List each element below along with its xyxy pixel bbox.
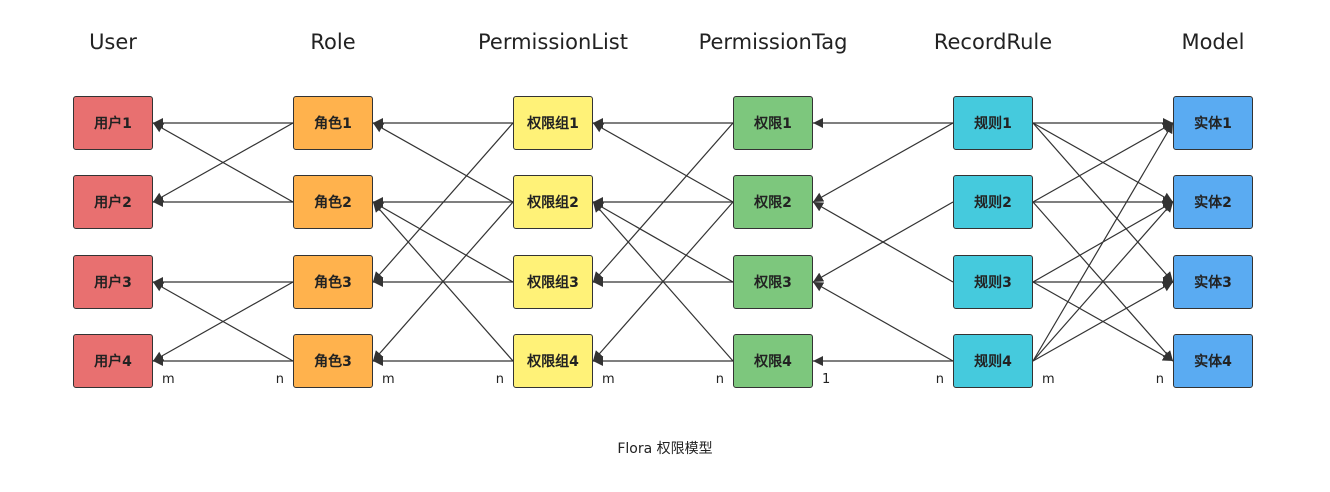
multiplicity-label: m: [162, 372, 175, 387]
multiplicity-label: m: [602, 372, 615, 387]
node-permission-tag-1: 权限1: [733, 96, 813, 150]
multiplicity-label: n: [275, 372, 284, 387]
multiplicity-label: n: [495, 372, 504, 387]
column-header-model: Model: [1181, 30, 1245, 54]
node-permission-list-2: 权限组2: [513, 175, 593, 229]
node-permission-list-1: 权限组1: [513, 96, 593, 150]
node-role-1: 角色1: [293, 96, 373, 150]
multiplicity-label: n: [715, 372, 724, 387]
column-header-permission-tag: PermissionTag: [698, 30, 848, 54]
node-permission-list-3: 权限组3: [513, 255, 593, 309]
column-header-record-rule: RecordRule: [933, 30, 1053, 54]
arrow-record-rule4-to-model1: [1032, 122, 1174, 362]
node-model-3: 实体3: [1173, 255, 1253, 309]
node-record-rule-4: 规则4: [953, 334, 1033, 388]
node-record-rule-3: 规则3: [953, 255, 1033, 309]
column-header-role: Role: [310, 30, 356, 54]
node-permission-tag-4: 权限4: [733, 334, 813, 388]
arrow-permission-tag2-to-permission-list1: [592, 122, 734, 203]
node-role-4: 角色3: [293, 334, 373, 388]
node-permission-list-4: 权限组4: [513, 334, 593, 388]
node-user-2: 用户2: [73, 175, 153, 229]
diagram-caption: Flora 权限模型: [617, 441, 713, 457]
arrow-record-rule1-to-permission-tag2: [812, 122, 954, 203]
node-user-4: 用户4: [73, 334, 153, 388]
arrow-permission-list2-to-role1: [372, 122, 514, 203]
multiplicity-label: m: [1042, 372, 1055, 387]
multiplicity-label: n: [1155, 372, 1164, 387]
node-model-1: 实体1: [1173, 96, 1253, 150]
multiplicity-label: m: [382, 372, 395, 387]
column-header-user: User: [89, 30, 137, 54]
flora-permission-diagram: Flora 权限模型 User 用户1 用户2 用户3 用户4 Role 角色1 角色2 角色3…: [0, 0, 1330, 492]
node-permission-tag-2: 权限2: [733, 175, 813, 229]
node-user-1: 用户1: [73, 96, 153, 150]
node-record-rule-2: 规则2: [953, 175, 1033, 229]
node-model-2: 实体2: [1173, 175, 1253, 229]
column-header-permission-list: PermissionList: [478, 30, 628, 54]
arrow-permission-tag3-to-permission-list2: [592, 201, 734, 283]
multiplicity-label: n: [935, 372, 944, 387]
connection-layer: [152, 118, 1174, 366]
node-role-2: 角色2: [293, 175, 373, 229]
node-record-rule-1: 规则1: [953, 96, 1033, 150]
arrow-record-rule4-to-permission-tag3: [812, 281, 954, 362]
arrow-permission-list3-to-role2: [372, 201, 514, 283]
node-model-4: 实体4: [1173, 334, 1253, 388]
node-user-3: 用户3: [73, 255, 153, 309]
multiplicity-label: 1: [822, 372, 831, 387]
node-role-3: 角色3: [293, 255, 373, 309]
node-permission-tag-3: 权限3: [733, 255, 813, 309]
